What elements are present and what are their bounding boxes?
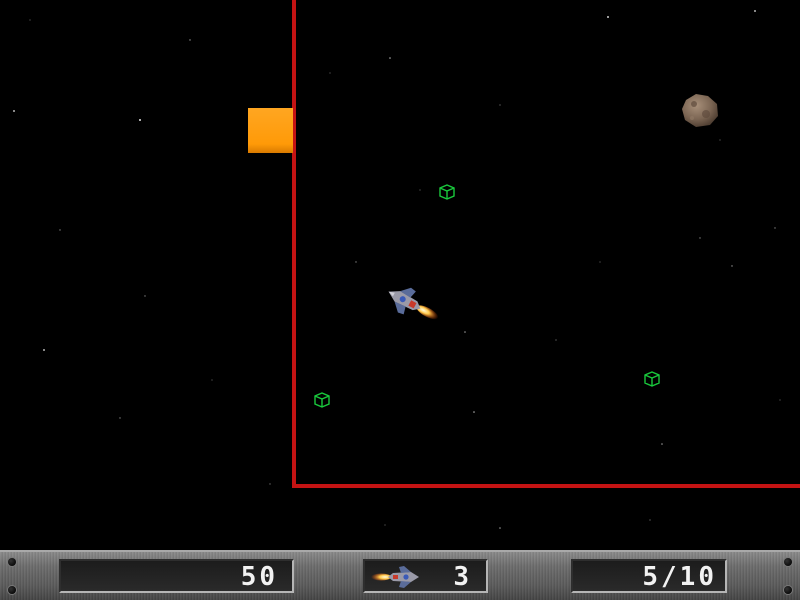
screw-icon	[784, 558, 792, 566]
screw-icon	[784, 586, 792, 594]
progress-value: 5/10	[642, 562, 717, 592]
lives-value: 3	[453, 562, 472, 592]
score-panel: 50	[59, 559, 294, 593]
hud-bar: 50 3 5/10	[0, 550, 800, 600]
playfield	[0, 0, 800, 550]
ship-icon	[371, 566, 419, 588]
score-value: 50	[240, 562, 278, 592]
lives-panel: 3	[363, 559, 488, 593]
screw-icon	[8, 586, 16, 594]
game-screen: 50 3 5/10	[0, 0, 800, 600]
progress-panel: 5/10	[571, 559, 727, 593]
screw-icon	[8, 558, 16, 566]
green-cube-icon[interactable]	[643, 370, 661, 388]
orange-block	[248, 108, 293, 153]
starfield	[13, 10, 781, 529]
arena-wall-left	[292, 0, 296, 488]
arena-wall-bottom	[292, 484, 800, 488]
asteroid-icon	[682, 94, 718, 127]
green-cube-icon[interactable]	[438, 183, 456, 201]
green-cube-icon[interactable]	[313, 391, 331, 409]
player-ship-icon	[388, 287, 439, 320]
